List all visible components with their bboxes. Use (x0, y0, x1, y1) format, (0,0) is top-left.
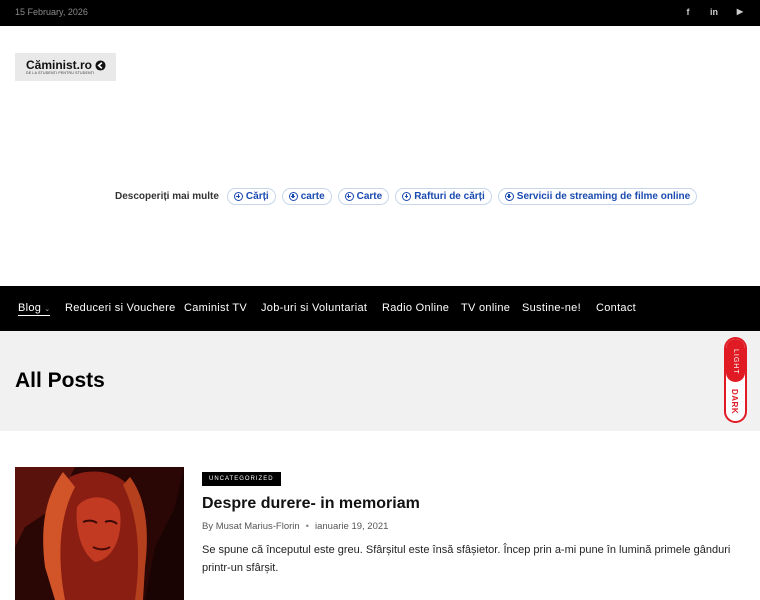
chip-label: Servicii de streaming de filme online (516, 190, 691, 202)
chip-label: Cărți (245, 190, 269, 202)
portrait-image (15, 467, 184, 600)
post-date: ianuarie 19, 2021 (315, 521, 389, 532)
current-date: 15 February, 2026 (15, 7, 88, 17)
post-author[interactable]: By Musat Marius-Florin (202, 521, 300, 532)
page-header: All Posts (0, 331, 760, 431)
chip-label: Rafturi de cărți (414, 190, 485, 202)
discover-chip[interactable]: Carte (337, 187, 390, 205)
youtube-icon[interactable]: ▶ (734, 5, 746, 19)
nav-item-caminist-tv[interactable]: Caminist TV (184, 302, 247, 314)
plus-icon (402, 191, 412, 201)
light-mode-button[interactable]: LIGHT (726, 339, 745, 382)
site-logo[interactable]: Căminist.ro DE LA STUDENȚI PENTRU STUDEN… (15, 53, 116, 81)
chip-label: Carte (356, 190, 383, 202)
chevron-down-icon: ⌄ (44, 306, 51, 313)
main-navigation: Blog ⌄ Reduceri si Vouchere Caminist TV J… (0, 286, 760, 331)
page-title: All Posts (15, 369, 105, 392)
nav-item-contact[interactable]: Contact (596, 302, 636, 314)
meta-separator: • (305, 521, 309, 532)
chip-label: carte (300, 190, 325, 202)
theme-toggle[interactable]: LIGHT DARK (724, 337, 747, 423)
nav-item-reduceri[interactable]: Reduceri si Vouchere (65, 302, 176, 314)
nav-item-radio[interactable]: Radio Online (382, 302, 449, 314)
plus-icon (233, 191, 243, 201)
post-title[interactable]: Despre durere- in memoriam (202, 495, 420, 513)
logo-name: Căminist.ro (26, 58, 93, 72)
discover-chip[interactable]: Rafturi de cărți (395, 187, 492, 205)
discover-more-bar: Descoperiți mai multe Cărți carte Carte … (115, 187, 703, 205)
social-links: f in ▶ (682, 5, 746, 19)
facebook-icon[interactable]: f (682, 5, 694, 19)
plus-icon (288, 191, 298, 201)
light-label: LIGHT (732, 349, 739, 375)
post-excerpt: Se spune că începutul este greu. Sfârșit… (202, 544, 731, 574)
plus-icon (504, 191, 514, 201)
dark-label: DARK (730, 389, 739, 415)
discover-label: Descoperiți mai multe (115, 190, 219, 202)
top-bar: 15 February, 2026 f in ▶ (0, 0, 760, 26)
nav-label: Blog (18, 302, 42, 314)
nav-item-tv-online[interactable]: TV online (461, 302, 510, 314)
post-thumbnail[interactable] (15, 467, 184, 600)
linkedin-icon[interactable]: in (708, 5, 720, 19)
dark-mode-button[interactable]: DARK (726, 382, 745, 421)
logo-tagline: DE LA STUDENȚI PENTRU STUDENȚI (26, 71, 95, 75)
plus-icon (344, 191, 354, 201)
post-category-badge[interactable]: UNCATEGORIZED (202, 472, 281, 486)
nav-item-sustine[interactable]: Sustine-ne! (522, 302, 581, 314)
nav-item-joburi[interactable]: Job-uri si Voluntariat (261, 302, 367, 314)
nav-item-blog[interactable]: Blog ⌄ (18, 302, 51, 316)
discover-chip[interactable]: Cărți (226, 187, 276, 205)
discover-chip[interactable]: carte (281, 187, 332, 205)
post-meta: By Musat Marius-Florin • ianuarie 19, 2021 (202, 521, 388, 532)
logo-arrow-icon (95, 60, 106, 71)
discover-chip[interactable]: Servicii de streaming de filme online (497, 187, 698, 205)
